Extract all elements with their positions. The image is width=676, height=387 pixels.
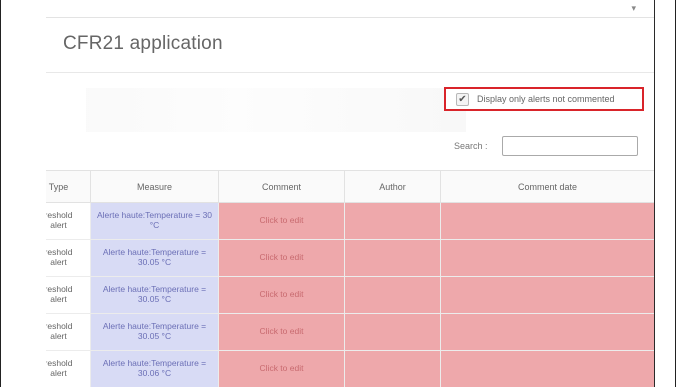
column-header-comment-date[interactable]: Comment date <box>440 170 654 203</box>
measure-cell: Alerte haute:Temperature = 30.05 °C <box>90 313 219 351</box>
type-line: alert <box>50 257 67 267</box>
comment-edit-cell[interactable]: Click to edit <box>218 276 345 314</box>
filter-label: Display only alerts not commented <box>477 94 615 104</box>
measure-cell: Alerte haute:Temperature = 30.05 °C <box>90 276 219 314</box>
table-row: reshold alert Alerte haute:Temperature = … <box>46 350 654 387</box>
measure-cell: Alerte haute:Temperature = 30.05 °C <box>90 239 219 277</box>
type-line: alert <box>50 331 67 341</box>
table-row: reshold alert Alerte haute:Temperature = … <box>46 313 654 351</box>
table-row: reshold alert Alerte haute:Temperature = … <box>46 239 654 277</box>
type-line: alert <box>50 294 67 304</box>
comment-edit-cell[interactable]: Click to edit <box>218 202 345 240</box>
column-header-measure[interactable]: Measure <box>90 170 219 203</box>
comment-date-cell <box>440 313 654 351</box>
measure-cell: Alerte haute:Temperature = 30 °C <box>90 202 219 240</box>
comment-date-cell <box>440 202 654 240</box>
type-line: reshold <box>46 321 73 332</box>
search-label: Search : <box>454 141 488 151</box>
column-header-author[interactable]: Author <box>344 170 441 203</box>
measure-cell: Alerte haute:Temperature = 30.06 °C <box>90 350 219 387</box>
checkbox-checked-icon[interactable]: ✔ <box>456 92 469 106</box>
type-cell: reshold alert <box>46 276 91 314</box>
type-line: reshold <box>46 358 73 369</box>
type-line: alert <box>50 368 67 378</box>
screenshot-frame: ▾ CFR21 application ✔ Display only alert… <box>0 0 676 387</box>
type-cell: reshold alert <box>46 202 91 240</box>
table-row: reshold alert Alerte haute:Temperature = … <box>46 276 654 314</box>
type-line: reshold <box>46 210 73 221</box>
comment-date-cell <box>440 350 654 387</box>
comment-edit-cell[interactable]: Click to edit <box>218 350 345 387</box>
column-header-comment[interactable]: Comment <box>218 170 345 203</box>
type-line: reshold <box>46 284 73 295</box>
type-cell: reshold alert <box>46 350 91 387</box>
search-input[interactable] <box>502 136 638 156</box>
author-cell <box>344 239 441 277</box>
author-cell <box>344 202 441 240</box>
type-line: reshold <box>46 247 73 258</box>
caret-down-icon[interactable]: ▾ <box>631 3 636 14</box>
comment-edit-cell[interactable]: Click to edit <box>218 313 345 351</box>
divider <box>46 72 654 73</box>
comment-date-cell <box>440 239 654 277</box>
top-bar: ▾ <box>46 0 654 18</box>
type-cell: reshold alert <box>46 313 91 351</box>
background-ghost <box>86 88 466 132</box>
page-title: CFR21 application <box>63 33 223 54</box>
type-cell: reshold alert <box>46 239 91 277</box>
filter-uncommented-toggle[interactable]: ✔ Display only alerts not commented <box>444 87 644 111</box>
column-header-type[interactable]: Type <box>46 170 91 203</box>
type-line: alert <box>50 220 67 230</box>
alerts-table: Type Measure Comment Author Comment date… <box>46 170 654 387</box>
author-cell <box>344 350 441 387</box>
table-header-row: Type Measure Comment Author Comment date <box>46 170 654 203</box>
author-cell <box>344 276 441 314</box>
author-cell <box>344 313 441 351</box>
comment-edit-cell[interactable]: Click to edit <box>218 239 345 277</box>
app-panel: ▾ CFR21 application ✔ Display only alert… <box>46 0 655 387</box>
comment-date-cell <box>440 276 654 314</box>
table-row: reshold alert Alerte haute:Temperature = … <box>46 202 654 240</box>
